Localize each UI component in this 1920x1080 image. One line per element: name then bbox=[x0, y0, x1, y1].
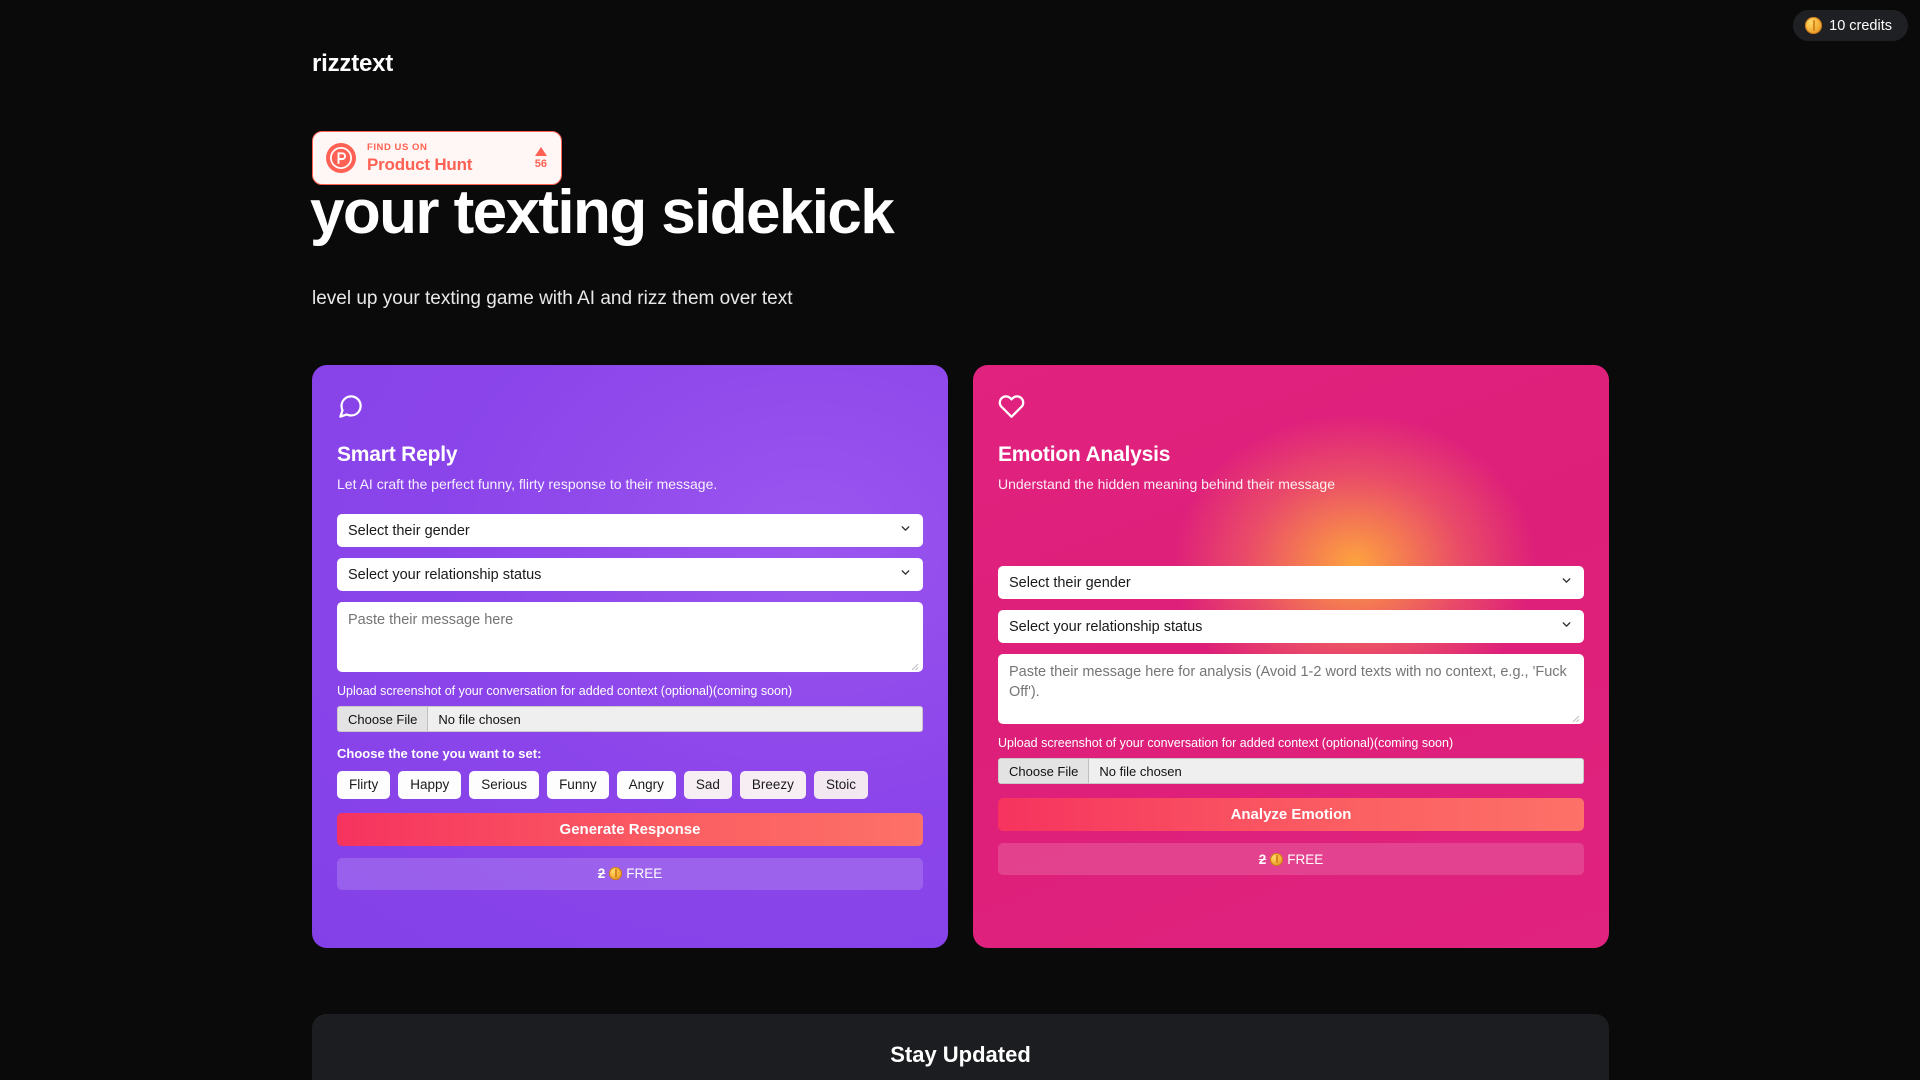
stay-updated-title: Stay Updated bbox=[890, 1042, 1031, 1067]
emotion-file-status: No file chosen bbox=[1099, 763, 1182, 779]
tone-chip-funny[interactable]: Funny bbox=[547, 771, 609, 799]
smart-reply-description: Let AI craft the perfect funny, flirty r… bbox=[337, 476, 718, 492]
emotion-message-wrap bbox=[998, 654, 1584, 724]
smart-reply-message-input[interactable] bbox=[337, 602, 923, 672]
smart-reply-card: Smart Reply Let AI craft the perfect fun… bbox=[312, 365, 948, 948]
emotion-cost-free: FREE bbox=[1287, 851, 1324, 867]
page-subtitle: level up your texting game with AI and r… bbox=[312, 288, 793, 309]
product-hunt-upvotes: 56 bbox=[534, 146, 547, 170]
brand-logo[interactable]: rizztext bbox=[312, 50, 393, 78]
emotion-file-input[interactable]: Choose File No file chosen bbox=[998, 758, 1584, 784]
smart-reply-title: Smart Reply bbox=[337, 443, 458, 466]
coin-icon bbox=[1805, 17, 1823, 34]
stay-updated-section: Stay Updated bbox=[312, 1014, 1609, 1080]
tone-section-label: Choose the tone you want to set: bbox=[337, 746, 542, 761]
smart-reply-gender-select[interactable]: Select their gender bbox=[337, 514, 923, 547]
coin-icon bbox=[1270, 852, 1284, 866]
product-hunt-name: Product Hunt bbox=[367, 154, 473, 174]
upvote-arrow-icon bbox=[534, 146, 547, 156]
emotion-upload-label: Upload screenshot of your conversation f… bbox=[998, 736, 1454, 750]
emotion-gender-select-wrap: Select their gender bbox=[998, 566, 1584, 599]
emotion-gender-select[interactable]: Select their gender bbox=[998, 566, 1584, 599]
smart-reply-cost-bar: 2 FREE bbox=[337, 857, 923, 890]
generate-response-button[interactable]: Generate Response bbox=[337, 812, 923, 846]
product-hunt-eyebrow: FIND US ON bbox=[367, 142, 428, 154]
emotion-choose-file-button[interactable]: Choose File bbox=[999, 759, 1090, 783]
tone-chip-happy[interactable]: Happy bbox=[398, 771, 462, 799]
credits-label: 10 credits bbox=[1829, 17, 1892, 34]
tone-chip-angry[interactable]: Angry bbox=[616, 771, 676, 799]
emotion-analysis-title: Emotion Analysis bbox=[998, 443, 1171, 466]
smart-reply-file-status: No file chosen bbox=[438, 711, 521, 727]
coin-icon bbox=[609, 867, 623, 880]
emotion-relationship-select-wrap: Select your relationship status bbox=[998, 610, 1584, 643]
product-hunt-logo-icon bbox=[326, 143, 356, 173]
tone-chip-stoic[interactable]: Stoic bbox=[813, 771, 868, 799]
heart-icon bbox=[998, 393, 1584, 425]
upvote-count: 56 bbox=[534, 157, 547, 170]
smart-reply-cost-free: FREE bbox=[626, 866, 663, 881]
tone-chip-serious[interactable]: Serious bbox=[469, 771, 540, 799]
feature-cards: Smart Reply Let AI craft the perfect fun… bbox=[312, 365, 1609, 948]
tone-chip-row: Flirty Happy Serious Funny Angry Sad Bre… bbox=[337, 771, 923, 799]
tone-chip-sad[interactable]: Sad bbox=[683, 771, 732, 799]
emotion-message-input[interactable] bbox=[998, 654, 1584, 724]
smart-reply-gender-select-wrap: Select their gender bbox=[337, 514, 923, 547]
smart-reply-relationship-select[interactable]: Select your relationship status bbox=[337, 558, 923, 591]
smart-reply-message-wrap bbox=[337, 602, 923, 672]
product-hunt-text: FIND US ON Product Hunt bbox=[367, 143, 472, 173]
tone-chip-breezy[interactable]: Breezy bbox=[739, 771, 806, 799]
smart-reply-upload-label: Upload screenshot of your conversation f… bbox=[337, 684, 793, 698]
smart-reply-file-input[interactable]: Choose File No file chosen bbox=[337, 706, 923, 732]
tone-chip-flirty[interactable]: Flirty bbox=[337, 771, 391, 799]
emotion-analysis-description: Understand the hidden meaning behind the… bbox=[998, 476, 1336, 492]
credits-badge[interactable]: 10 credits bbox=[1793, 10, 1908, 41]
product-hunt-badge[interactable]: FIND US ON Product Hunt 56 bbox=[312, 131, 562, 185]
smart-reply-cost-original: 2 bbox=[597, 866, 606, 881]
emotion-cost-bar: 2 FREE bbox=[998, 843, 1584, 875]
emotion-cost-original: 2 bbox=[1258, 851, 1267, 867]
analyze-emotion-button[interactable]: Analyze Emotion bbox=[998, 798, 1584, 831]
speech-bubble-icon bbox=[337, 393, 923, 425]
smart-reply-relationship-select-wrap: Select your relationship status bbox=[337, 558, 923, 591]
emotion-analysis-card: Emotion Analysis Understand the hidden m… bbox=[973, 365, 1609, 948]
smart-reply-choose-file-button[interactable]: Choose File bbox=[338, 707, 429, 731]
page-title: your texting sidekick bbox=[310, 178, 895, 247]
emotion-relationship-select[interactable]: Select your relationship status bbox=[998, 610, 1584, 643]
